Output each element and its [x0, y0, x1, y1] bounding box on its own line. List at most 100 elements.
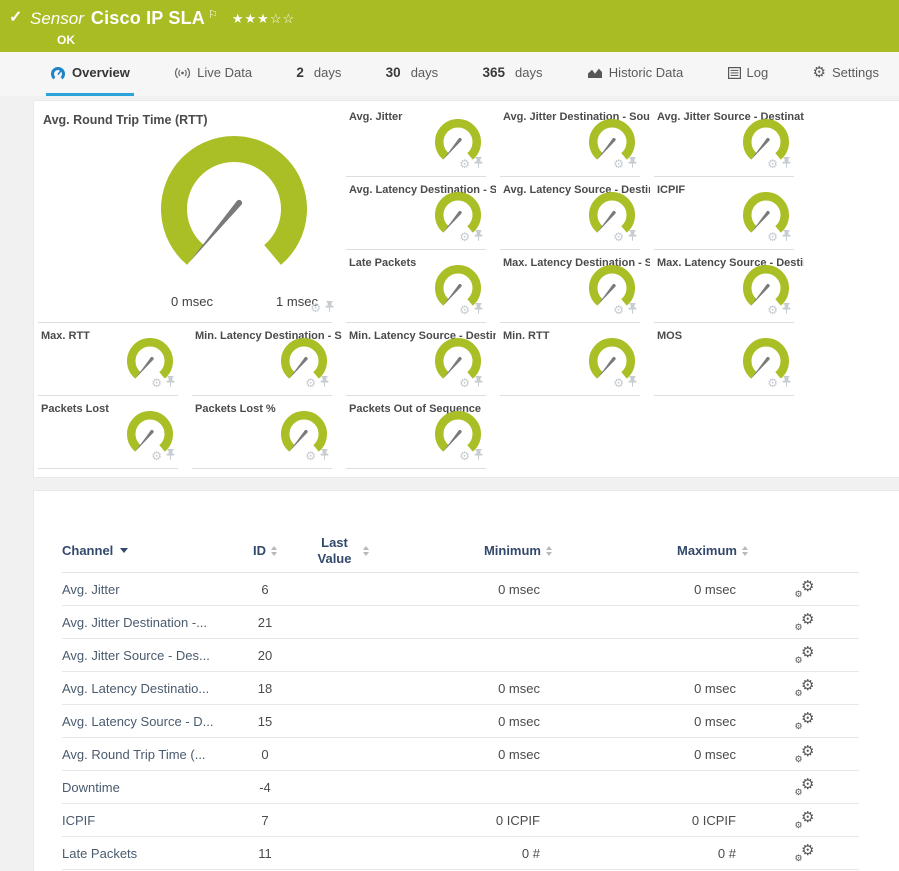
column-header-last-value[interactable]: Last Value: [296, 535, 384, 566]
gear-icon[interactable]: ⚙: [767, 231, 778, 243]
channel-name: Downtime: [62, 780, 234, 795]
tab-bar: Overview Live Data 2days 30days 365days Histo…: [0, 52, 899, 96]
channel-row: Late Packets110 #0 #⚙⚙: [62, 837, 859, 870]
gear-icon[interactable]: ⚙: [767, 158, 778, 170]
column-header-id[interactable]: ID: [234, 543, 296, 558]
pin-icon: [474, 376, 483, 387]
gauge-cell-late-packets: Late Packets⚙: [342, 250, 496, 323]
tab-365-days[interactable]: 365days: [478, 52, 546, 96]
channel-name: ICPIF: [62, 813, 234, 828]
gear-icon[interactable]: ⚙: [310, 302, 321, 314]
log-icon: [728, 67, 741, 79]
gauge-cell-icons: ⚙: [459, 447, 483, 465]
tab-live-data[interactable]: Live Data: [170, 52, 256, 96]
pin-icon[interactable]: [325, 299, 334, 317]
channel-settings-icon[interactable]: ⚙⚙: [795, 712, 815, 730]
channel-name: Avg. Round Trip Time (...: [62, 747, 234, 762]
pin-icon[interactable]: [628, 228, 637, 246]
tab-label: days: [314, 65, 341, 80]
priority-stars[interactable]: ★★★☆☆: [232, 9, 295, 29]
pin-icon[interactable]: [474, 301, 483, 319]
gear-icon[interactable]: ⚙: [459, 231, 470, 243]
cell-divider: [346, 468, 486, 469]
tab-historic-data[interactable]: Historic Data: [583, 52, 687, 96]
channel-id: 11: [234, 846, 296, 861]
gauge-cell-icons: ⚙: [151, 374, 175, 392]
gauge-cell-max-latency-source-destin: Max. Latency Source - Destin...⚙: [650, 250, 804, 323]
tab-30-days[interactable]: 30days: [382, 52, 443, 96]
channel-settings-icon[interactable]: ⚙⚙: [795, 778, 815, 796]
pin-icon: [166, 376, 175, 387]
gear-icon[interactable]: ⚙: [613, 304, 624, 316]
pin-icon[interactable]: [628, 374, 637, 392]
pin-icon[interactable]: [166, 374, 175, 392]
gear-icon[interactable]: ⚙: [613, 158, 624, 170]
gauge-cell-avg-jitter: Avg. Jitter⚙: [342, 104, 496, 177]
tab-label: days: [411, 65, 438, 80]
pin-icon[interactable]: [166, 447, 175, 465]
pin-icon: [628, 157, 637, 168]
channel-settings-icon[interactable]: ⚙⚙: [795, 580, 815, 598]
channel-settings-icon[interactable]: ⚙⚙: [795, 646, 815, 664]
sensor-type-label: Sensor: [30, 9, 84, 29]
column-header-minimum[interactable]: Minimum: [384, 543, 554, 558]
pin-icon: [474, 157, 483, 168]
cell-divider: [654, 395, 794, 396]
channel-settings-icon[interactable]: ⚙⚙: [795, 745, 815, 763]
column-header-maximum[interactable]: Maximum: [554, 543, 750, 558]
channel-maximum: 0 #: [554, 846, 750, 861]
pin-icon[interactable]: [320, 374, 329, 392]
channel-settings-icon[interactable]: ⚙⚙: [795, 844, 815, 862]
tab-2-days[interactable]: 2days: [292, 52, 345, 96]
pin-icon[interactable]: [628, 301, 637, 319]
gear-icon[interactable]: ⚙: [151, 450, 162, 462]
pin-icon[interactable]: [782, 374, 791, 392]
channel-maximum: 0 msec: [554, 681, 750, 696]
tab-overview[interactable]: Overview: [46, 52, 134, 96]
channel-id: 0: [234, 747, 296, 762]
channel-maximum: 0 msec: [554, 582, 750, 597]
sensor-title: Cisco IP SLA: [91, 8, 205, 28]
gear-icon[interactable]: ⚙: [151, 377, 162, 389]
channel-name: Avg. Jitter: [62, 582, 234, 597]
gauge-cell-icons: ⚙: [613, 155, 637, 173]
pin-icon[interactable]: [782, 155, 791, 173]
rtt-gauge: [159, 134, 309, 275]
pin-icon[interactable]: [474, 374, 483, 392]
gear-icon[interactable]: ⚙: [767, 304, 778, 316]
channel-settings-icon[interactable]: ⚙⚙: [795, 811, 815, 829]
pin-icon[interactable]: [782, 228, 791, 246]
pin-icon: [628, 303, 637, 314]
gear-icon[interactable]: ⚙: [305, 450, 316, 462]
pin-icon[interactable]: [474, 155, 483, 173]
pin-icon[interactable]: [320, 447, 329, 465]
tab-log[interactable]: Log: [724, 52, 773, 96]
tab-label: Log: [747, 65, 769, 80]
gear-icon[interactable]: ⚙: [459, 450, 470, 462]
column-header-channel[interactable]: Channel: [62, 543, 234, 558]
gear-icon[interactable]: ⚙: [459, 304, 470, 316]
pin-icon[interactable]: [474, 447, 483, 465]
pin-icon[interactable]: [628, 155, 637, 173]
channel-settings-icon[interactable]: ⚙⚙: [795, 679, 815, 697]
gear-icon[interactable]: ⚙: [305, 377, 316, 389]
channel-settings-icon[interactable]: ⚙⚙: [795, 613, 815, 631]
gear-icon[interactable]: ⚙: [613, 231, 624, 243]
gear-icon[interactable]: ⚙: [459, 158, 470, 170]
channel-id: 20: [234, 648, 296, 663]
gear-icon[interactable]: ⚙: [459, 377, 470, 389]
channel-id: 7: [234, 813, 296, 828]
pin-icon: [474, 449, 483, 460]
gauges-panel: Avg. Round Trip Time (RTT) 0 msec 1 msec…: [33, 100, 899, 478]
gear-icon[interactable]: ⚙: [613, 377, 624, 389]
gauge-cell-min-latency-destination-so: Min. Latency Destination - So...⚙: [188, 323, 342, 396]
channel-minimum: 0 ICPIF: [384, 813, 554, 828]
channels-panel: Channel ID Last Value Minimum Maximum Av…: [33, 490, 899, 871]
pin-icon[interactable]: [474, 228, 483, 246]
gear-icon[interactable]: ⚙: [767, 377, 778, 389]
pin-icon[interactable]: [782, 301, 791, 319]
gauge-min-label: 0 msec: [161, 294, 223, 309]
channel-maximum: 0 ICPIF: [554, 813, 750, 828]
tab-settings[interactable]: ⚙Settings: [809, 52, 883, 96]
tab-label: Live Data: [197, 65, 252, 80]
